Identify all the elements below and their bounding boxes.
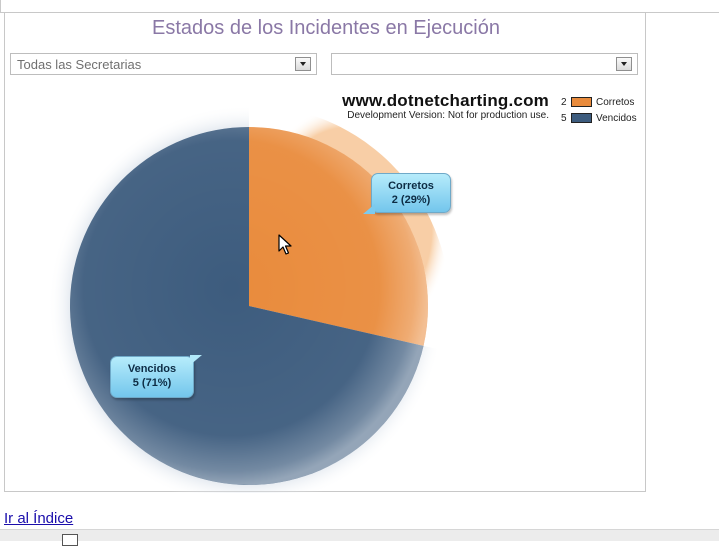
pie-slices bbox=[48, 105, 450, 493]
pie-chart bbox=[48, 105, 450, 493]
data-label-name: Vencidos bbox=[127, 363, 177, 375]
watermark-notice: Development Version: Not for production … bbox=[347, 110, 549, 121]
status-bar bbox=[0, 529, 719, 546]
chart-legend: 2 Corretos 5 Vencidos bbox=[561, 94, 637, 126]
legend-label: Vencidos bbox=[596, 112, 637, 124]
legend-swatch bbox=[571, 97, 592, 107]
data-label-value: 2 (29%) bbox=[391, 194, 431, 206]
mouse-pointer-icon bbox=[278, 234, 292, 255]
watermark: www.dotnetcharting.com Development Versi… bbox=[255, 91, 549, 121]
legend-entry-vencidos: 5 Vencidos bbox=[561, 110, 637, 126]
data-label-name: Corretos bbox=[388, 180, 434, 192]
legend-swatch bbox=[571, 113, 592, 123]
legend-count: 2 bbox=[561, 96, 567, 108]
legend-entry-corretos: 2 Corretos bbox=[561, 94, 637, 110]
chart-panel: Estados de los Incidentes en Ejecución T… bbox=[4, 12, 646, 493]
data-label-corretos: Corretos 2 (29%) bbox=[363, 173, 451, 214]
data-label-vencidos: Vencidos 5 (71%) bbox=[110, 355, 202, 398]
checkbox-icon bbox=[62, 534, 78, 546]
watermark-site: www.dotnetcharting.com bbox=[342, 91, 549, 110]
data-label-value: 5 (71%) bbox=[132, 377, 172, 389]
legend-label: Corretos bbox=[596, 96, 635, 108]
legend-count: 5 bbox=[561, 112, 567, 124]
index-link[interactable]: Ir al Índice bbox=[4, 510, 73, 527]
